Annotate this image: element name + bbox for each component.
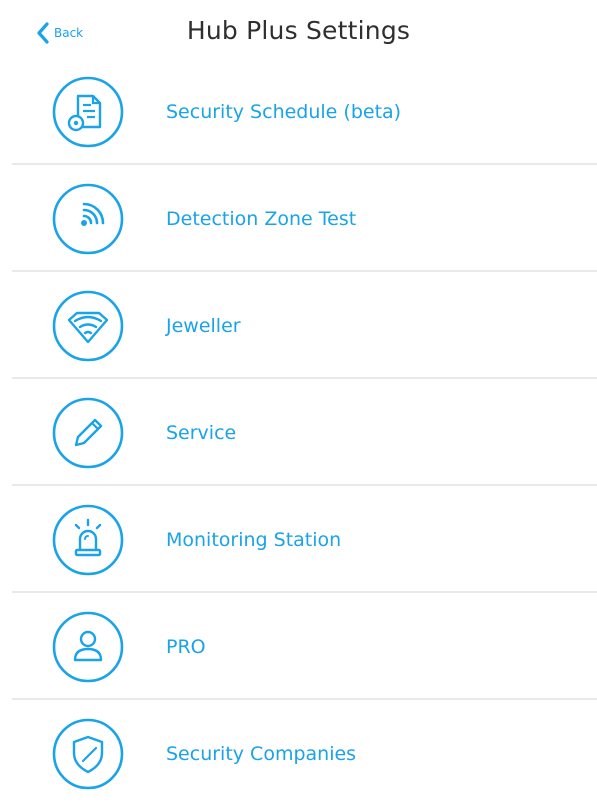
settings-item-detection-zone-test[interactable]: Detection Zone Test <box>0 165 597 272</box>
siren-icon <box>51 503 125 577</box>
settings-item-jeweller[interactable]: Jeweller <box>0 272 597 379</box>
settings-item-label: PRO <box>166 635 206 658</box>
pencil-icon <box>51 396 125 470</box>
settings-item-pro[interactable]: PRO <box>0 593 597 700</box>
schedule-settings-icon <box>51 75 125 149</box>
user-icon <box>51 610 125 684</box>
settings-item-label: Monitoring Station <box>166 528 342 551</box>
settings-item-security-schedule[interactable]: Security Schedule (beta) <box>0 58 597 165</box>
settings-item-label: Detection Zone Test <box>166 207 357 230</box>
settings-item-security-companies[interactable]: Security Companies <box>0 700 597 807</box>
settings-item-label: Security Companies <box>166 742 357 765</box>
settings-item-label: Service <box>166 421 237 444</box>
settings-item-label: Security Schedule (beta) <box>166 100 402 123</box>
detection-zone-icon <box>51 182 125 256</box>
settings-list: Security Schedule (beta) Detection Zone … <box>0 58 597 807</box>
settings-item-monitoring-station[interactable]: Monitoring Station <box>0 486 597 593</box>
settings-item-label: Jeweller <box>166 314 241 337</box>
settings-item-service[interactable]: Service <box>0 379 597 486</box>
navigation-bar: Back Hub Plus Settings <box>0 0 597 64</box>
jeweller-icon <box>51 289 125 363</box>
page-title: Hub Plus Settings <box>186 16 411 45</box>
shield-icon <box>51 717 125 791</box>
